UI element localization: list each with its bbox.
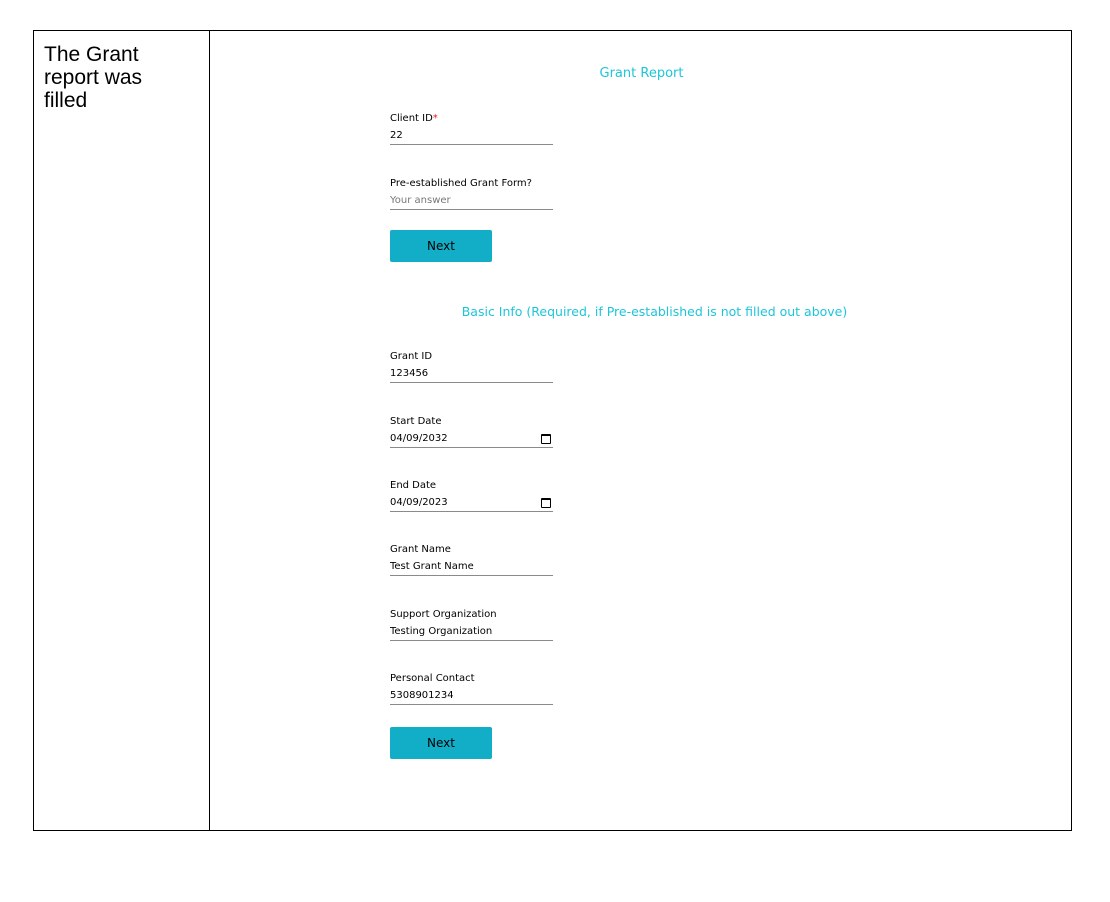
- support-organization-label: Support Organization: [390, 609, 497, 620]
- client-id-field: Client ID* 22: [390, 112, 553, 145]
- start-date-input[interactable]: 04/09/2032: [390, 429, 553, 448]
- grant-name-label: Grant Name: [390, 544, 451, 555]
- personal-contact-input[interactable]: 5308901234: [390, 686, 553, 705]
- personal-contact-field: Personal Contact 5308901234: [390, 672, 553, 705]
- start-date-value: 04/09/2032: [390, 433, 448, 444]
- end-date-field: End Date 04/09/2023: [390, 479, 553, 512]
- client-id-input[interactable]: 22: [390, 126, 553, 145]
- grant-name-input[interactable]: Test Grant Name: [390, 557, 553, 576]
- end-date-value: 04/09/2023: [390, 497, 448, 508]
- calendar-icon[interactable]: [541, 497, 551, 508]
- pre-established-label: Pre-established Grant Form?: [390, 178, 532, 189]
- next-button-1[interactable]: Next: [390, 230, 492, 262]
- end-date-input[interactable]: 04/09/2023: [390, 493, 553, 512]
- form-title: Grant Report: [599, 66, 684, 81]
- basic-info-title: Basic Info (Required, if Pre-established…: [461, 304, 848, 319]
- grant-id-field: Grant ID 123456: [390, 350, 553, 383]
- support-organization-input[interactable]: Testing Organization: [390, 622, 553, 641]
- pre-established-input[interactable]: Your answer: [390, 191, 553, 210]
- end-date-label: End Date: [390, 480, 437, 491]
- grant-id-input[interactable]: 123456: [390, 364, 553, 383]
- support-organization-field: Support Organization Testing Organizatio…: [390, 608, 553, 641]
- grant-id-label: Grant ID: [390, 351, 433, 362]
- calendar-icon[interactable]: [541, 433, 551, 444]
- next-button-2[interactable]: Next: [390, 727, 492, 759]
- grant-name-field: Grant Name Test Grant Name: [390, 543, 553, 576]
- required-mark: *: [432, 113, 438, 124]
- table-frame: The Grant report was filled Grant Report…: [33, 30, 1072, 831]
- start-date-field: Start Date 04/09/2032: [390, 415, 553, 448]
- client-id-label: Client ID*: [390, 113, 438, 124]
- caption-text: The Grant report was filled: [44, 43, 143, 112]
- caption-cell: The Grant report was filled: [34, 31, 210, 830]
- personal-contact-label: Personal Contact: [390, 673, 475, 684]
- start-date-label: Start Date: [390, 416, 442, 427]
- pre-established-field: Pre-established Grant Form? Your answer: [390, 177, 553, 210]
